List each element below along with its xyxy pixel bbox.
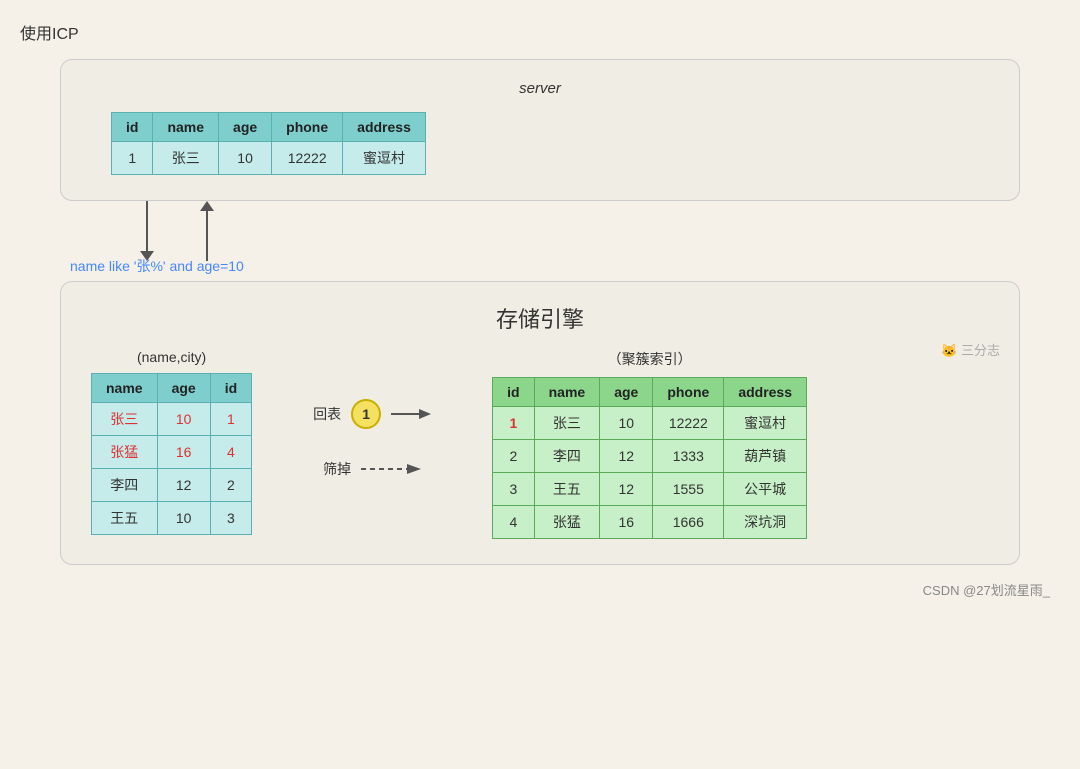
right-row1-phone: 12222 [653, 407, 724, 440]
footer: CSDN @27划流星雨_ [20, 580, 1060, 599]
left-row1-name: 张三 [92, 403, 158, 436]
right-row3-phone: 1555 [653, 473, 724, 506]
left-row3-id: 2 [210, 469, 251, 502]
server-box: server id name age phone address 1 张三 10… [60, 59, 1020, 201]
left-row4-id: 3 [210, 502, 251, 535]
right-col-age: age [600, 378, 653, 407]
right-row4-id: 4 [493, 506, 534, 539]
page-title: 使用ICP [20, 20, 1060, 44]
engine-inner: (name,city) name age id 张三 10 1 [91, 349, 989, 539]
right-row2-age: 12 [600, 440, 653, 473]
right-row4-address: 深坑洞 [724, 506, 807, 539]
server-row1-id: 1 [112, 142, 153, 175]
right-row1-address: 蜜逗村 [724, 407, 807, 440]
right-row4-age: 16 [600, 506, 653, 539]
left-col-id: id [210, 374, 251, 403]
right-index-label: （聚簇索引） [608, 349, 692, 369]
left-row4-age: 10 [157, 502, 210, 535]
left-index: (name,city) name age id 张三 10 1 [91, 349, 252, 535]
left-row3-name: 李四 [92, 469, 158, 502]
huitbiao-row: 回表 1 [313, 399, 431, 429]
right-row3-name: 王五 [534, 473, 600, 506]
right-col-id: id [493, 378, 534, 407]
left-row2: 张猛 16 4 [92, 436, 252, 469]
right-row2-address: 葫芦镇 [724, 440, 807, 473]
query-label: name like '张%' and age=10 [70, 256, 244, 276]
right-row1: 1 张三 10 12222 蜜逗村 [493, 407, 807, 440]
huitbiao-label: 回表 [313, 404, 341, 424]
right-row3-address: 公平城 [724, 473, 807, 506]
left-row2-name: 张猛 [92, 436, 158, 469]
left-row1-id: 1 [210, 403, 251, 436]
right-row4-phone: 1666 [653, 506, 724, 539]
shaidiao-row: 筛掉 [323, 459, 421, 479]
right-row1-id: 1 [493, 407, 534, 440]
right-row1-name: 张三 [534, 407, 600, 440]
right-index: （聚簇索引） id name age phone address 1 张三 [492, 349, 807, 539]
right-arrow-solid [391, 406, 431, 422]
middle-arrows: 回表 1 筛掉 [292, 349, 452, 479]
watermark-text: 三分志 [961, 343, 1000, 358]
engine-box: 存储引擎 (name,city) name age id 张三 10 1 [60, 281, 1020, 565]
engine-label: 存储引擎 [91, 302, 989, 334]
left-index-label: (name,city) [137, 349, 206, 365]
server-row1-name: 张三 [153, 142, 219, 175]
right-row1-age: 10 [600, 407, 653, 440]
server-row1-address: 蜜逗村 [343, 142, 426, 175]
right-index-table: id name age phone address 1 张三 10 12222 … [492, 377, 807, 539]
server-label: server [91, 80, 989, 97]
left-col-age: age [157, 374, 210, 403]
right-row3-age: 12 [600, 473, 653, 506]
watermark: 🐱 三分志 [941, 340, 1000, 359]
right-col-name: name [534, 378, 600, 407]
left-row4: 王五 10 3 [92, 502, 252, 535]
left-row4-name: 王五 [92, 502, 158, 535]
server-row1-age: 10 [219, 142, 272, 175]
right-row2-name: 李四 [534, 440, 600, 473]
left-col-name: name [92, 374, 158, 403]
badge-circle: 1 [351, 399, 381, 429]
server-col-name: name [153, 113, 219, 142]
up-arrow [200, 201, 214, 261]
right-row2-id: 2 [493, 440, 534, 473]
left-row1-age: 10 [157, 403, 210, 436]
server-table: id name age phone address 1 张三 10 12222 … [111, 112, 426, 175]
down-arrow [140, 201, 154, 261]
shaidiao-label: 筛掉 [323, 459, 351, 479]
left-row2-id: 4 [210, 436, 251, 469]
right-row2-phone: 1333 [653, 440, 724, 473]
left-row3-age: 12 [157, 469, 210, 502]
left-index-table: name age id 张三 10 1 张猛 16 4 [91, 373, 252, 535]
left-row3: 李四 12 2 [92, 469, 252, 502]
right-row4: 4 张猛 16 1666 深坑洞 [493, 506, 807, 539]
server-row1-phone: 12222 [272, 142, 343, 175]
right-col-phone: phone [653, 378, 724, 407]
server-col-id: id [112, 113, 153, 142]
server-col-age: age [219, 113, 272, 142]
watermark-icon: 🐱 [941, 343, 957, 358]
left-row1: 张三 10 1 [92, 403, 252, 436]
left-row2-age: 16 [157, 436, 210, 469]
arrows-container: name like '张%' and age=10 [60, 201, 1020, 281]
right-row4-name: 张猛 [534, 506, 600, 539]
right-row3: 3 王五 12 1555 公平城 [493, 473, 807, 506]
right-row2: 2 李四 12 1333 葫芦镇 [493, 440, 807, 473]
dashed-arrow [361, 461, 421, 477]
right-row3-id: 3 [493, 473, 534, 506]
right-col-address: address [724, 378, 807, 407]
server-col-address: address [343, 113, 426, 142]
server-col-phone: phone [272, 113, 343, 142]
